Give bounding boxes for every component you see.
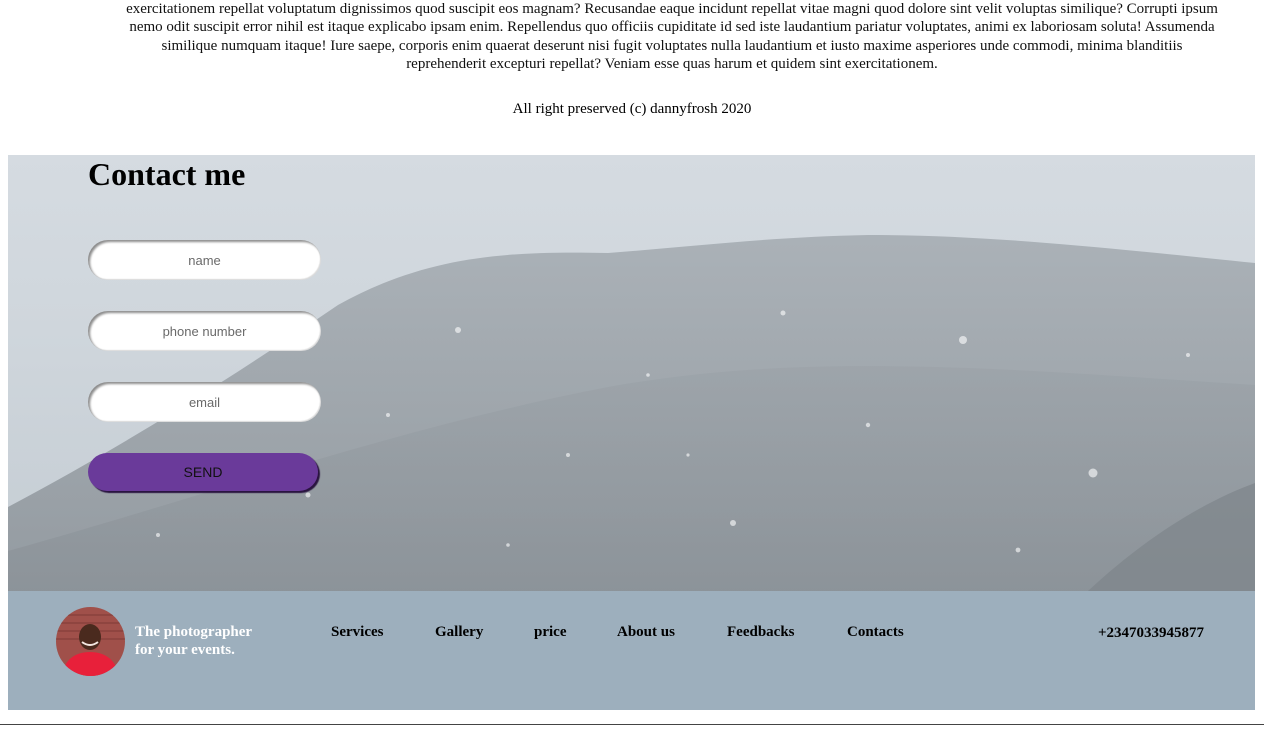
site-footer: The photographer for your events. Servic… — [8, 591, 1255, 710]
nav-link-about-us[interactable]: About us — [617, 624, 675, 641]
contact-section: Contact me SEND — [8, 155, 1255, 591]
nav-link-feedbacks[interactable]: Feedbacks — [727, 624, 795, 641]
avatar-image — [56, 607, 125, 676]
photographer-avatar — [56, 607, 125, 676]
tagline-line: for your events. — [135, 642, 235, 658]
phone-number: +2347033945877 — [1097, 625, 1204, 641]
intro-line: nemo odit suscipit error nihil est itaqu… — [129, 19, 1215, 36]
nav-link-price[interactable]: price — [534, 624, 566, 641]
intro-line: reprehenderit excepturi repellat? Veniam… — [406, 55, 938, 72]
bottom-strip — [0, 724, 1264, 729]
intro-line: exercitationem repellat voluptatum digni… — [126, 1, 1218, 17]
intro-line: similique numquam itaque! Iure saepe, co… — [161, 37, 1183, 54]
tagline: The photographer for your events. — [135, 623, 275, 659]
contact-title: Contact me — [88, 156, 246, 192]
name-input[interactable] — [88, 240, 321, 280]
intro-text: exercitationem repellat voluptatum digni… — [84, 0, 1260, 73]
phone-number-input[interactable] — [88, 311, 321, 351]
nav-link-gallery[interactable]: Gallery — [435, 624, 483, 641]
copyright-text: All right preserved (c) dannyfrosh 2020 — [512, 101, 752, 117]
send-button[interactable]: SEND — [88, 453, 318, 491]
snowy-mountain-background — [8, 235, 1255, 591]
tagline-line: The photographer — [135, 624, 253, 640]
nav-link-services[interactable]: Services — [331, 624, 383, 641]
email-input[interactable] — [88, 382, 321, 422]
nav-link-contacts[interactable]: Contacts — [847, 624, 904, 641]
